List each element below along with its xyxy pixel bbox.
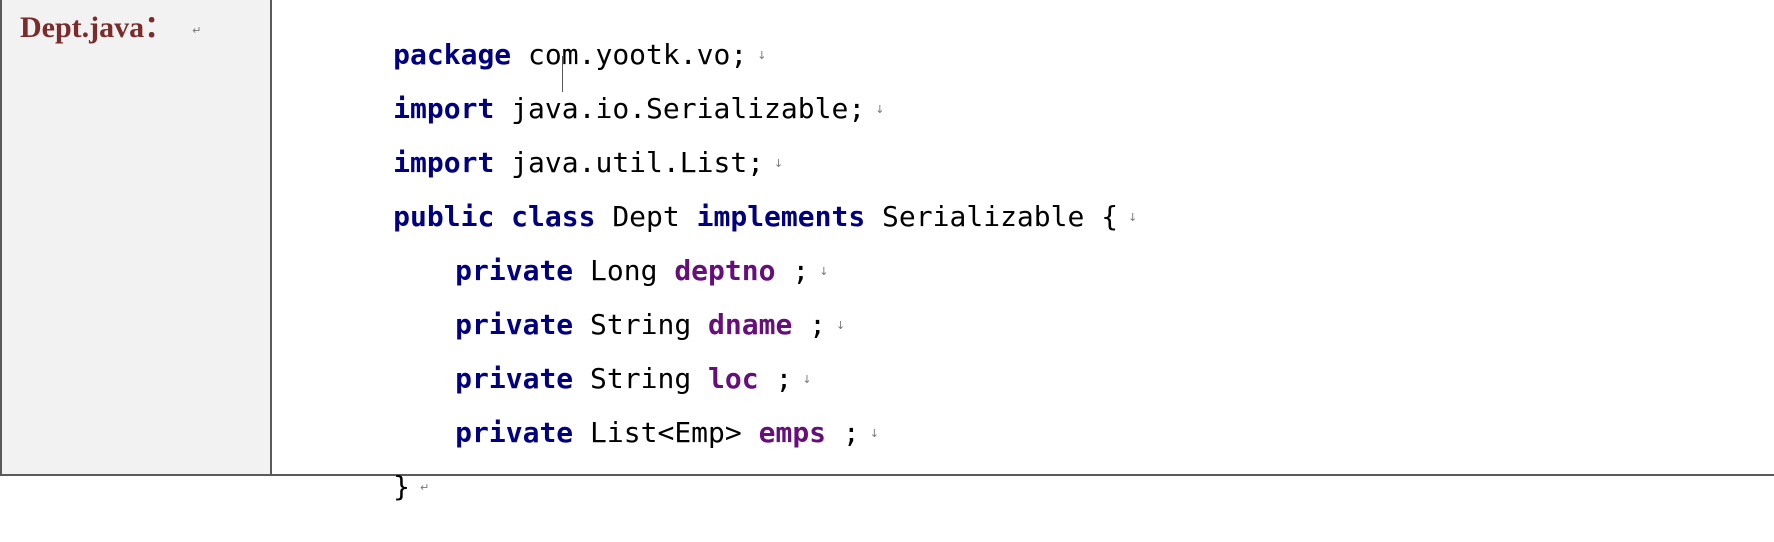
code-text: } <box>393 470 411 503</box>
code-cell[interactable]: package com.yootk.vo; ↓ import java.io.Se… <box>272 0 1774 503</box>
paragraph-mark-icon: ↵ <box>192 23 202 37</box>
code-line-closing-brace: } ↵ <box>292 433 429 542</box>
keyword: private <box>455 416 574 449</box>
line-break-icon: ↓ <box>1128 211 1138 224</box>
file-name-label: Dept.java： ↵ <box>20 2 201 46</box>
code-type: List<Emp> <box>573 416 759 449</box>
code-line-field-emps: private List<Emp> emps ; ↓ <box>354 379 879 488</box>
line-break-icon: ↓ <box>869 427 879 440</box>
field-name: emps <box>758 416 827 449</box>
code-text: ; <box>826 416 860 449</box>
code-text: Serializable { <box>865 200 1119 233</box>
file-name-text: Dept.java： <box>20 11 175 44</box>
paragraph-mark-icon: ↵ <box>420 481 430 494</box>
line-break-icon: ↓ <box>875 103 885 116</box>
code-table: Dept.java： ↵ package com.yootk.vo; ↓ impor… <box>0 0 1774 503</box>
line-break-icon: ↓ <box>836 319 846 332</box>
file-label-cell: Dept.java： ↵ <box>2 0 272 474</box>
